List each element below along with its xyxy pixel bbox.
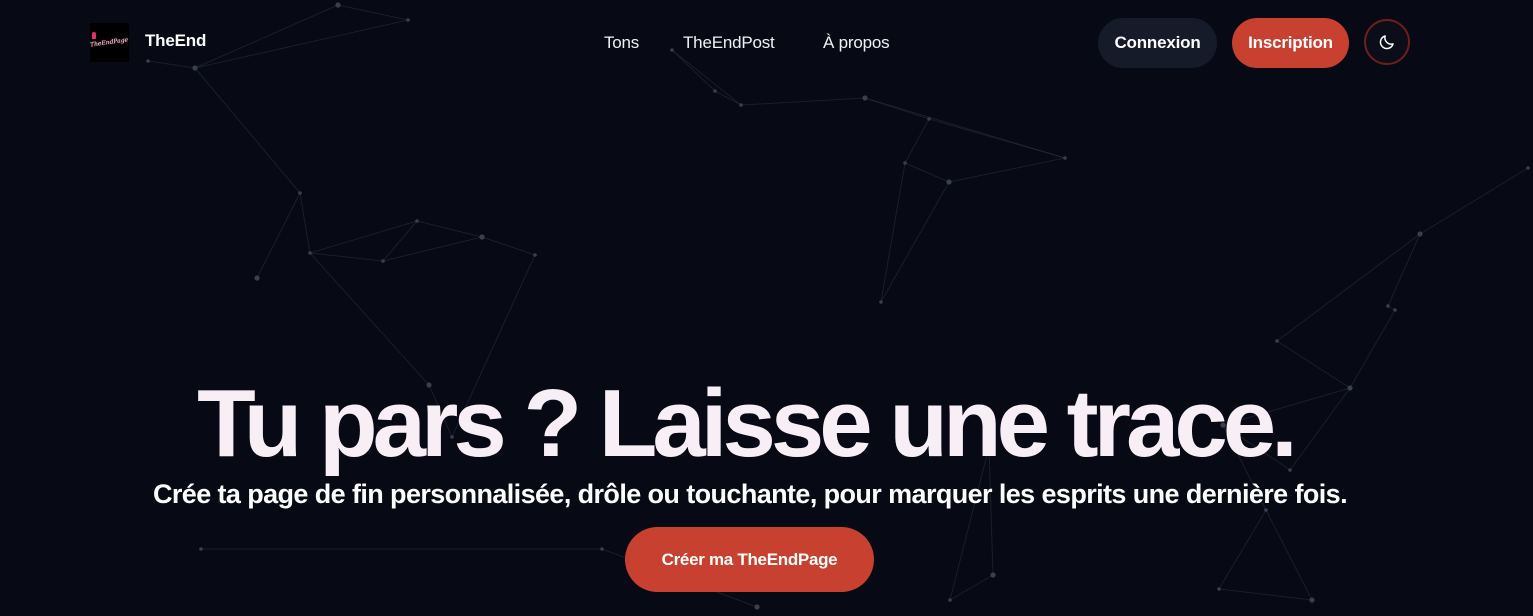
network-node: [381, 259, 385, 263]
create-page-button[interactable]: Créer ma TheEndPage: [625, 527, 874, 592]
network-node: [1275, 339, 1279, 343]
network-node: [713, 89, 717, 93]
network-node: [739, 103, 743, 107]
network-node: [308, 251, 312, 255]
landing-page: TheEndPage TheEnd Tons TheEndPost À prop…: [0, 0, 1533, 616]
network-node: [903, 161, 907, 165]
network-node: [1526, 166, 1530, 170]
network-node: [479, 234, 485, 240]
network-node: [415, 219, 419, 223]
network-node: [1393, 308, 1397, 312]
network-node: [533, 253, 537, 257]
site-logo[interactable]: TheEndPage: [90, 23, 129, 62]
network-node: [990, 572, 996, 578]
hero-title: Tu pars ? Laisse une trace.: [197, 370, 1298, 478]
network-node: [1386, 304, 1390, 308]
brand-name[interactable]: TheEnd: [145, 31, 206, 51]
network-node: [948, 598, 952, 602]
hero-subtitle: Crée ta page de fin personnalisée, drôle…: [152, 479, 1348, 509]
login-button[interactable]: Connexion: [1098, 18, 1217, 68]
background-network: [146, 2, 1530, 610]
network-node: [754, 604, 760, 610]
nav-link-about[interactable]: À propos: [823, 33, 890, 53]
network-node: [600, 547, 604, 551]
network-node: [879, 300, 883, 304]
network-node: [1063, 156, 1067, 160]
network-node: [1309, 597, 1315, 603]
site-header: TheEndPage TheEnd Tons TheEndPost À prop…: [0, 0, 1533, 86]
network-node: [927, 117, 931, 121]
logo-pin-icon: [92, 32, 96, 39]
network-node: [254, 275, 260, 281]
network-node: [946, 179, 952, 185]
nav-link-tons[interactable]: Tons: [604, 33, 639, 53]
moon-icon: [1379, 35, 1394, 50]
network-node: [199, 547, 203, 551]
network-node: [298, 191, 302, 195]
theme-toggle-button[interactable]: [1364, 19, 1410, 65]
network-node: [1417, 231, 1423, 237]
signup-button[interactable]: Inscription: [1232, 18, 1349, 68]
network-node: [1217, 587, 1221, 591]
nav-link-theendpost[interactable]: TheEndPost: [683, 33, 775, 53]
network-node: [862, 95, 868, 101]
